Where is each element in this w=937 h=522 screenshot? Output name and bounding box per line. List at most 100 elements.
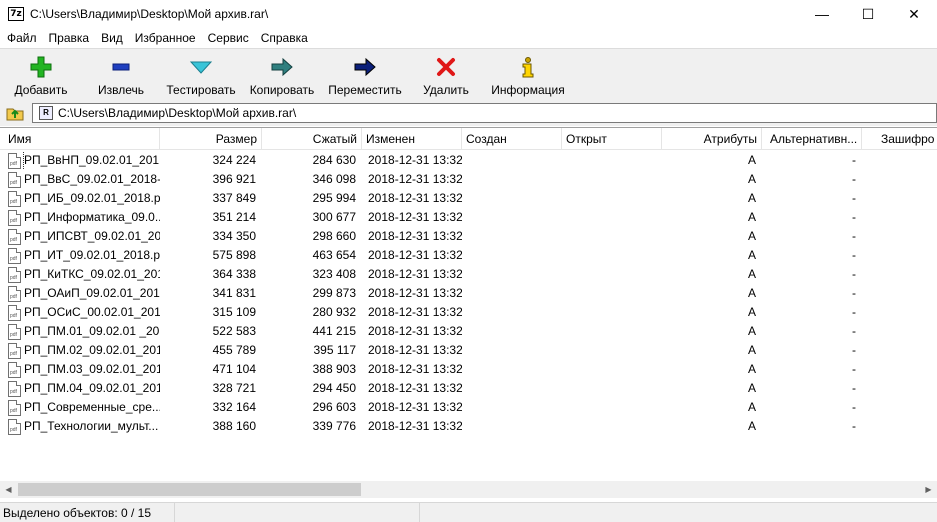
- table-row[interactable]: pdf РП_ПМ.02_09.02.01_201... 455 789 395 11…: [0, 341, 937, 360]
- maximize-button[interactable]: ☐: [845, 0, 891, 28]
- file-name-cell[interactable]: pdf РП_ОАиП_09.02.01_201...: [0, 284, 160, 303]
- file-name-cell[interactable]: pdf РП_Современные_сре...: [0, 398, 160, 417]
- column-packed[interactable]: Сжатый: [262, 128, 362, 150]
- table-row[interactable]: pdf РП_ПМ.04_09.02.01_201... 328 721 294 45…: [0, 379, 937, 398]
- file-packed-size: 294 450: [312, 381, 356, 395]
- test-button[interactable]: Тестировать: [160, 49, 242, 101]
- file-attributes: A: [747, 191, 756, 205]
- address-path[interactable]: C:\Users\Владимир\Desktop\Мой архив.rar\: [58, 106, 296, 120]
- file-name-cell[interactable]: pdf РП_Информатика_09.0...: [0, 208, 160, 227]
- menu-edit[interactable]: Правка: [43, 28, 96, 48]
- pdf-file-icon-text: pdf: [10, 198, 17, 205]
- column-created[interactable]: Создан: [462, 128, 562, 150]
- up-folder-icon: [6, 108, 24, 121]
- column-size[interactable]: Размер: [160, 128, 262, 150]
- file-modified: 2018-12-31 13:32: [368, 286, 462, 300]
- column-alt-streams[interactable]: Альтернативн...: [762, 128, 862, 150]
- menu-bar: Файл Правка Вид Избранное Сервис Справка: [0, 28, 937, 48]
- menu-favorites[interactable]: Избранное: [129, 28, 202, 48]
- file-packed-size: 346 098: [312, 172, 356, 186]
- close-window-button[interactable]: ✕: [891, 0, 937, 28]
- file-name-cell[interactable]: pdf РП_ПМ.01_09.02.01 _20...: [0, 322, 160, 341]
- file-modified: 2018-12-31 13:32: [368, 191, 462, 205]
- horizontal-scrollbar[interactable]: ◀ ▶: [0, 481, 937, 498]
- copy-button[interactable]: Копировать: [242, 49, 322, 101]
- table-row[interactable]: pdf РП_ИБ_09.02.01_2018.pdf 337 849 295 994…: [0, 189, 937, 208]
- file-modified: 2018-12-31 13:32: [368, 419, 462, 433]
- file-alt-streams: -: [852, 191, 856, 205]
- scroll-left-icon[interactable]: ◀: [0, 481, 17, 498]
- file-alt-streams: -: [852, 362, 856, 376]
- scrollbar-thumb[interactable]: [18, 483, 361, 496]
- table-row[interactable]: pdf РП_Современные_сре... 332 164 296 603 20…: [0, 398, 937, 417]
- file-alt-streams: -: [852, 172, 856, 186]
- table-row[interactable]: pdf РП_КиТКС_09.02.01_201... 364 338 323 40…: [0, 265, 937, 284]
- file-name: РП_ОАиП_09.02.01_201...: [24, 286, 160, 300]
- file-packed-size: 284 630: [312, 153, 356, 167]
- move-button[interactable]: Переместить: [322, 49, 408, 101]
- pdf-file-icon: pdf: [8, 285, 21, 302]
- address-bar[interactable]: R C:\Users\Владимир\Desktop\Мой архив.ra…: [32, 103, 937, 123]
- table-row[interactable]: pdf РП_ОСиС_00.02.01_201... 315 109 280 932…: [0, 303, 937, 322]
- menu-file[interactable]: Файл: [0, 28, 43, 48]
- minimize-button[interactable]: —: [799, 0, 845, 28]
- extract-label: Извлечь: [97, 83, 144, 97]
- file-name-cell[interactable]: pdf РП_ВвНП_09.02.01_201...: [0, 151, 160, 170]
- table-row[interactable]: pdf РП_ПМ.03_09.02.01_201... 471 104 388 90…: [0, 360, 937, 379]
- up-folder-button[interactable]: [4, 102, 26, 124]
- file-modified: 2018-12-31 13:32: [368, 229, 462, 243]
- test-label: Тестировать: [166, 83, 236, 97]
- scroll-right-icon[interactable]: ▶: [920, 481, 937, 498]
- file-name-cell[interactable]: pdf РП_ОСиС_00.02.01_201...: [0, 303, 160, 322]
- menu-help[interactable]: Справка: [255, 28, 314, 48]
- file-alt-streams: -: [852, 381, 856, 395]
- file-name-cell[interactable]: pdf РП_ИПСВТ_09.02.01_20...: [0, 227, 160, 246]
- table-row[interactable]: pdf РП_ВвС_09.02.01_2018-... 396 921 346 09…: [0, 170, 937, 189]
- test-icon: [189, 55, 213, 79]
- table-row[interactable]: pdf РП_ОАиП_09.02.01_201... 341 831 299 873…: [0, 284, 937, 303]
- table-row[interactable]: pdf РП_ВвНП_09.02.01_201... 324 224 284 630…: [0, 151, 937, 170]
- file-name-cell[interactable]: pdf РП_ПМ.03_09.02.01_201...: [0, 360, 160, 379]
- file-name-cell[interactable]: pdf РП_ПМ.04_09.02.01_201...: [0, 379, 160, 398]
- file-size: 575 898: [212, 248, 256, 262]
- file-name-cell[interactable]: pdf РП_Технологии_мульт...: [0, 417, 160, 436]
- table-row[interactable]: pdf РП_ПМ.01_09.02.01 _20... 522 583 441 21…: [0, 322, 937, 341]
- delete-button[interactable]: Удалить: [408, 49, 484, 101]
- column-name[interactable]: Имя: [0, 128, 160, 150]
- column-accessed[interactable]: Открыт: [562, 128, 662, 150]
- extract-button[interactable]: Извлечь: [82, 49, 160, 101]
- file-modified: 2018-12-31 13:32: [368, 381, 462, 395]
- file-size: 522 583: [212, 324, 256, 338]
- menu-view[interactable]: Вид: [95, 28, 129, 48]
- file-name: РП_ВвНП_09.02.01_201...: [22, 151, 160, 170]
- table-row[interactable]: pdf РП_Технологии_мульт... 388 160 339 776 2…: [0, 417, 937, 436]
- file-modified: 2018-12-31 13:32: [368, 343, 462, 357]
- table-row[interactable]: pdf РП_ИПСВТ_09.02.01_20... 334 350 298 660…: [0, 227, 937, 246]
- table-row[interactable]: pdf РП_Информатика_09.0... 351 214 300 677 2…: [0, 208, 937, 227]
- file-name-cell[interactable]: pdf РП_ПМ.02_09.02.01_201...: [0, 341, 160, 360]
- file-size: 351 214: [212, 210, 256, 224]
- column-attributes[interactable]: Атрибуты: [662, 128, 762, 150]
- pdf-file-icon: pdf: [8, 266, 21, 283]
- file-name: РП_КиТКС_09.02.01_201...: [24, 267, 160, 281]
- table-row[interactable]: pdf РП_ИТ_09.02.01_2018.pdf 575 898 463 654…: [0, 246, 937, 265]
- info-button[interactable]: Информация: [484, 49, 572, 101]
- file-name-cell[interactable]: pdf РП_КиТКС_09.02.01_201...: [0, 265, 160, 284]
- info-label: Информация: [491, 83, 565, 97]
- menu-tools[interactable]: Сервис: [202, 28, 255, 48]
- file-name-cell[interactable]: pdf РП_ИБ_09.02.01_2018.pdf: [0, 189, 160, 208]
- file-size: 328 721: [212, 381, 256, 395]
- file-name: РП_ПМ.04_09.02.01_201...: [24, 381, 160, 395]
- pdf-file-icon-text: pdf: [10, 388, 17, 395]
- column-encrypted[interactable]: Зашифро: [862, 128, 937, 150]
- column-modified[interactable]: Изменен: [362, 128, 462, 150]
- file-list[interactable]: Имя Размер Сжатый Изменен Создан Открыт …: [0, 127, 937, 499]
- add-button[interactable]: Добавить: [0, 49, 82, 101]
- file-name: РП_ИБ_09.02.01_2018.pdf: [24, 191, 160, 205]
- app-7zip-icon: 7z: [8, 7, 24, 21]
- file-name-cell[interactable]: pdf РП_ВвС_09.02.01_2018-...: [0, 170, 160, 189]
- file-name-cell[interactable]: pdf РП_ИТ_09.02.01_2018.pdf: [0, 246, 160, 265]
- pdf-file-icon: pdf: [8, 304, 21, 321]
- file-name: РП_ВвС_09.02.01_2018-...: [24, 172, 160, 186]
- delete-icon: [434, 55, 458, 79]
